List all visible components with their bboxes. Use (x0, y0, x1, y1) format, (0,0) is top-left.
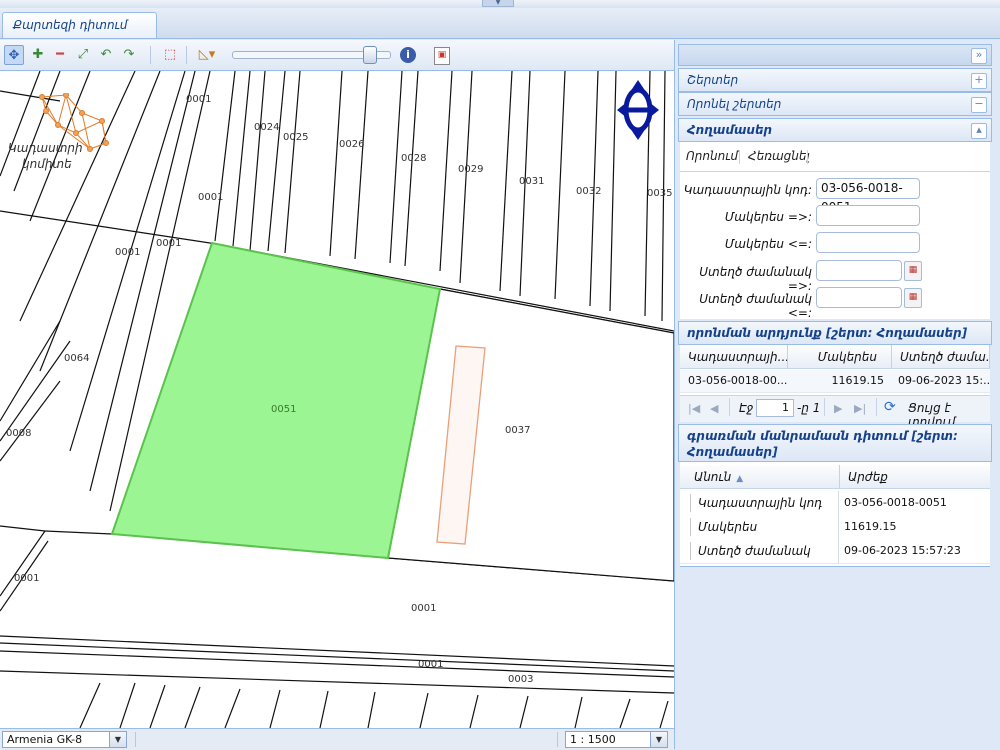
parcel-label: 0064 (64, 353, 90, 364)
parcel-label: 0031 (519, 176, 545, 187)
select-icon[interactable]: ⬚ (160, 45, 180, 65)
right-panel-header: » (678, 44, 992, 66)
results-col-code[interactable]: Կադաստրայի... (680, 345, 788, 369)
parcel-label: 0008 (6, 428, 32, 439)
scale-select[interactable]: 1 : 1500 ▼ (565, 731, 668, 748)
tab-clear[interactable]: Հեռացնել (748, 149, 810, 163)
parcel-label: 0001 (198, 192, 224, 203)
sort-asc-icon: ▲ (736, 474, 744, 484)
details-row[interactable]: Կադաստրային կոդ 03-056-0018-0051 (680, 491, 990, 516)
forward-icon[interactable]: ↷ (119, 45, 139, 65)
calendar-icon[interactable]: ▦ (904, 261, 922, 281)
parcel-label: 0029 (458, 164, 484, 175)
tab-search[interactable]: Որոնում (686, 149, 738, 163)
tab-map-view[interactable]: Քարտեզի դիտում (2, 12, 157, 38)
details-row[interactable]: Մակերես 11619.15 (680, 515, 990, 540)
parcel-label: 0032 (576, 186, 602, 197)
created-to-label: Ստեղծ ժամանակ <=: (699, 292, 812, 320)
calendar-icon[interactable]: ▦ (904, 288, 922, 308)
parcel-label: 0037 (505, 425, 531, 436)
created-from-input[interactable] (816, 260, 902, 281)
search-results-header: որոնման արդյունք [շերտ: Հողամասեր] (678, 321, 992, 345)
accordion-layers[interactable]: Շերտեր + (678, 68, 992, 92)
parcel-label: 0024 (254, 122, 280, 133)
refresh-icon[interactable]: ⟳ (884, 399, 896, 415)
table-row[interactable]: 03-056-0018-00... 11619.15 09-06-2023 15… (680, 370, 990, 393)
record-details-header: գրառման մանրամասն դիտում [շերտ: Հողամասե… (678, 424, 992, 462)
details-row[interactable]: Ստեղծ ժամանակ 09-06-2023 15:57:23 (680, 539, 990, 564)
page-count: -ը 1 (797, 401, 821, 415)
results-col-created[interactable]: Ստեղծ ժամա... (892, 345, 990, 369)
area-max-input[interactable] (816, 232, 920, 253)
page-label: Էջ (739, 401, 754, 415)
tab-bar: Քարտեզի դիտում (0, 8, 1000, 39)
expand-icon[interactable]: + (971, 73, 987, 89)
parcel-label: 0001 (186, 94, 212, 105)
projection-select[interactable]: Armenia GK-8 ▼ (2, 731, 127, 748)
map-nav-control[interactable] (617, 80, 659, 140)
parcel-label: 0001 (156, 238, 182, 249)
parcel-label: 0028 (401, 153, 427, 164)
zoom-in-icon[interactable]: ✚ (28, 45, 48, 65)
parcel-label: 0026 (339, 139, 365, 150)
parcel-label-selected: 0051 (271, 404, 297, 415)
zoom-out-icon[interactable]: ━ (50, 45, 70, 65)
info-icon[interactable]: i (400, 47, 416, 63)
area-min-label: Մակերես =>: (724, 210, 812, 224)
chevron-down-icon[interactable]: ▼ (650, 732, 667, 747)
prev-page-icon[interactable]: ◀ (710, 402, 718, 415)
next-page-icon[interactable]: ▶ (834, 402, 842, 415)
collapse-icon[interactable]: − (971, 97, 987, 113)
collapse-top-handle[interactable]: ▼ (482, 0, 514, 7)
cadastral-code-label: Կադաստրային կոդ: (683, 183, 812, 197)
back-icon[interactable]: ↶ (96, 45, 116, 65)
first-page-icon[interactable]: |◀ (688, 402, 700, 415)
accordion-search-layers[interactable]: Որոնել շերտեր − (678, 92, 992, 116)
area-max-label: Մակերես <=: (724, 237, 812, 251)
parcel-label: 0003 (508, 674, 534, 685)
print-icon[interactable]: ▣ (434, 47, 450, 65)
full-extent-icon[interactable]: ⤢ (73, 45, 93, 65)
measure-icon[interactable]: ◺▾ (194, 45, 220, 65)
page-input[interactable]: 1 (756, 399, 794, 417)
logo-text: Կադաստրի կոմիտե (8, 141, 83, 171)
area-min-input[interactable] (816, 205, 920, 226)
parcel-label: 0001 (418, 659, 444, 670)
parcel-label: 0001 (411, 603, 437, 614)
pan-icon[interactable]: ✥ (4, 45, 24, 65)
chevron-down-icon[interactable]: ▼ (109, 732, 126, 747)
parcel-label: 0001 (115, 247, 141, 258)
created-to-input[interactable] (816, 287, 902, 308)
zoom-slider-thumb[interactable] (363, 46, 377, 64)
details-col-name[interactable]: Անուն ▲ (680, 465, 840, 489)
parcel-label: 0001 (14, 573, 40, 584)
parcel-label: 0025 (283, 132, 309, 143)
collapse-up-icon[interactable]: ▴ (971, 123, 987, 139)
search-subtabs: Որոնում Հեռացնել (680, 143, 990, 172)
details-col-value[interactable]: Արժեք (840, 465, 990, 489)
created-from-label: Ստեղծ ժամանակ =>: (699, 265, 812, 293)
cadastral-code-input[interactable]: 03-056-0018-0051 (816, 178, 920, 214)
last-page-icon[interactable]: ▶| (854, 402, 866, 415)
results-col-area[interactable]: Մակերես (788, 345, 892, 369)
parcel-label: 0035 (647, 188, 673, 199)
land-plots-panel-header[interactable]: Հողամասեր ▴ (678, 118, 992, 142)
collapse-right-icon[interactable]: » (971, 48, 987, 64)
